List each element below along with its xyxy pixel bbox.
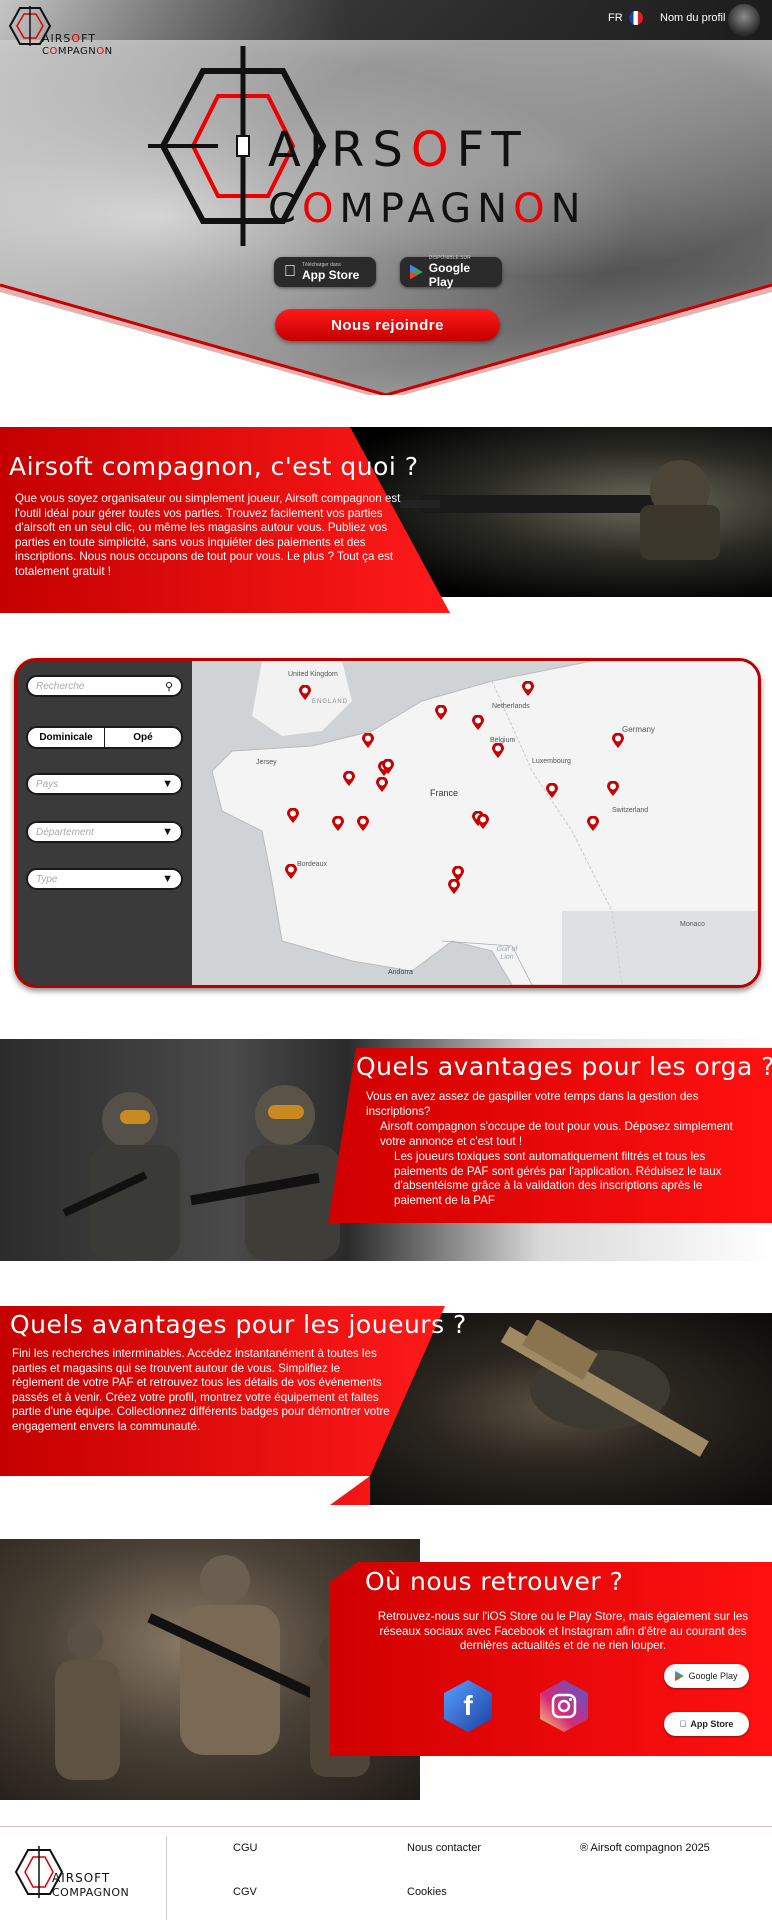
play-icon	[410, 264, 423, 280]
join-button[interactable]: Nous rejoindre	[275, 309, 500, 341]
type-select[interactable]: Type ▼	[26, 868, 183, 890]
map-pin-icon[interactable]	[343, 771, 355, 786]
find-text: Retrouvez-nous sur l'iOS Store ou le Pla…	[377, 1610, 749, 1652]
language-selector[interactable]: FR	[608, 11, 643, 25]
app-store-button[interactable]:  Télécharger dansApp Store	[274, 257, 376, 287]
map-pin-icon[interactable]	[546, 783, 558, 798]
map-label-luxembourg: Luxembourg	[532, 758, 571, 765]
map-pin-icon[interactable]	[285, 864, 297, 879]
map-search-widget: Recherche ⚲ Dominicale Opé Pays ▼ Départ…	[14, 658, 761, 988]
map-pin-icon[interactable]	[382, 759, 394, 774]
footer-logo-line2: COMPAGNON	[52, 1886, 129, 1899]
play-icon	[675, 1671, 685, 1681]
map-label-jersey: Jersey	[256, 759, 277, 766]
footer-logo-line1: AIRSOFT	[52, 1871, 110, 1885]
footer-divider	[0, 1826, 772, 1827]
map-pin-icon[interactable]	[587, 816, 599, 831]
map-pin-icon[interactable]	[477, 814, 489, 829]
chevron-down-icon: ▼	[162, 778, 173, 790]
map-pin-icon[interactable]	[357, 816, 369, 831]
find-title: Où nous retrouver ?	[365, 1567, 624, 1596]
avatar[interactable]	[728, 4, 760, 36]
about-rifle-shape	[400, 460, 720, 560]
search-placeholder: Recherche	[36, 680, 85, 692]
header-logo[interactable]: AIRSOFT COMPAGNON	[6, 4, 146, 56]
players-title: Quels avantages pour les joueurs ?	[10, 1310, 467, 1339]
map-pin-icon[interactable]	[435, 705, 447, 720]
orga-text-2: Airsoft compagnon s'occupe de tout pour …	[380, 1120, 733, 1148]
app-store-label: App Store	[290, 268, 359, 282]
footer-link-cgv[interactable]: CGV	[233, 1886, 257, 1898]
orga-soldiers-shape	[62, 1085, 340, 1260]
footer-separator	[166, 1836, 167, 1920]
find-google-play-label: Google Play	[688, 1671, 738, 1681]
map-pin-icon[interactable]	[492, 743, 504, 758]
svg-text:AIRSOFT: AIRSOFT	[42, 32, 96, 45]
department-select-label: Département	[36, 826, 94, 838]
country-select-label: Pays	[36, 778, 59, 790]
orga-text-3: Les joueurs toxiques sont automatiquemen…	[394, 1150, 722, 1207]
chevron-down-icon: ▼	[162, 873, 173, 885]
profile-name[interactable]: Nom du profil	[660, 12, 725, 24]
map-pin-icon[interactable]	[362, 733, 374, 748]
svg-text:AIRSOFT: AIRSOFT	[268, 122, 529, 178]
players-rifle-shape	[500, 1320, 709, 1457]
footer-link-cookies[interactable]: Cookies	[407, 1886, 447, 1898]
footer-copyright: ® Airsoft compagnon 2025	[580, 1842, 710, 1854]
footer-logo[interactable]: AIRSOFT COMPAGNON	[12, 1846, 157, 1902]
map-label-bordeaux: Bordeaux	[297, 861, 327, 868]
map-label-france: France	[430, 788, 459, 798]
map-label-germany: Germany	[622, 725, 655, 734]
footer-link-cgu[interactable]: CGU	[233, 1842, 257, 1854]
search-input[interactable]: Recherche ⚲	[26, 675, 183, 697]
svg-text:COMPAGNON: COMPAGNON	[268, 186, 586, 232]
about-title: Airsoft compagnon, c'est quoi ?	[9, 452, 419, 481]
search-icon[interactable]: ⚲	[165, 680, 173, 693]
map-filters-panel: Recherche ⚲ Dominicale Opé Pays ▼ Départ…	[17, 661, 192, 985]
facebook-icon[interactable]: f	[444, 1680, 492, 1732]
type-select-label: Type	[36, 873, 58, 885]
footer-link-contact[interactable]: Nous contacter	[407, 1842, 481, 1854]
department-select[interactable]: Département ▼	[26, 821, 183, 843]
toggle-dominicale[interactable]: Dominicale	[28, 728, 105, 747]
instagram-icon[interactable]	[540, 1680, 588, 1732]
chevron-down-icon: ▼	[162, 826, 173, 838]
hero-logo: AIRSOFT COMPAGNON	[148, 46, 586, 246]
map-pin-icon[interactable]	[448, 879, 460, 894]
game-type-toggle[interactable]: Dominicale Opé	[26, 726, 183, 749]
map-area[interactable]: United Kingdom ENGLAND Netherlands Belgi…	[192, 661, 758, 985]
map-pin-icon[interactable]	[376, 777, 388, 792]
country-select[interactable]: Pays ▼	[26, 773, 183, 795]
google-play-button[interactable]: DISPONIBLE SUR Google Play	[400, 255, 502, 289]
orga-text-1: Vous en avez assez de gaspiller votre te…	[366, 1090, 699, 1118]
map-pin-icon[interactable]	[607, 781, 619, 796]
facebook-letter: f	[463, 1690, 473, 1721]
map-label-united-kingdom: United Kingdom	[288, 671, 338, 678]
svg-text:COMPAGNON: COMPAGNON	[42, 46, 113, 56]
map-pin-icon[interactable]	[472, 715, 484, 730]
map-pin-icon[interactable]	[332, 816, 344, 831]
apple-icon: 	[284, 263, 296, 281]
map-pin-icon[interactable]	[522, 681, 534, 696]
map-pin-icon[interactable]	[612, 733, 624, 748]
map-pin-icon[interactable]	[287, 808, 299, 823]
map-label-monaco: Monaco	[680, 921, 705, 928]
apple-icon: 	[680, 1719, 687, 1729]
toggle-ope[interactable]: Opé	[105, 728, 181, 747]
map-pin-icon[interactable]	[299, 685, 311, 700]
find-app-store-label: App Store	[686, 1719, 733, 1729]
language-label: FR	[608, 12, 623, 24]
map-label-andorra: Andorra	[388, 969, 413, 976]
find-app-store-button[interactable]:  App Store	[664, 1712, 749, 1736]
map-label-netherlands: Netherlands	[492, 703, 530, 710]
about-text: Que vous soyez organisateur ou simplemen…	[15, 492, 401, 578]
google-play-label: Google Play	[428, 261, 471, 289]
map-label-switzerland: Switzerland	[612, 807, 649, 814]
france-flag-icon	[628, 11, 643, 25]
map-label-england: ENGLAND	[312, 699, 349, 705]
orga-title: Quels avantages pour les orga ?	[356, 1052, 772, 1081]
find-google-play-button[interactable]: Google Play	[664, 1664, 749, 1688]
map-label-gulf-of-lion: Gulf of Lion	[496, 946, 518, 961]
players-text: Fini les recherches interminables. Accéd…	[12, 1347, 390, 1433]
